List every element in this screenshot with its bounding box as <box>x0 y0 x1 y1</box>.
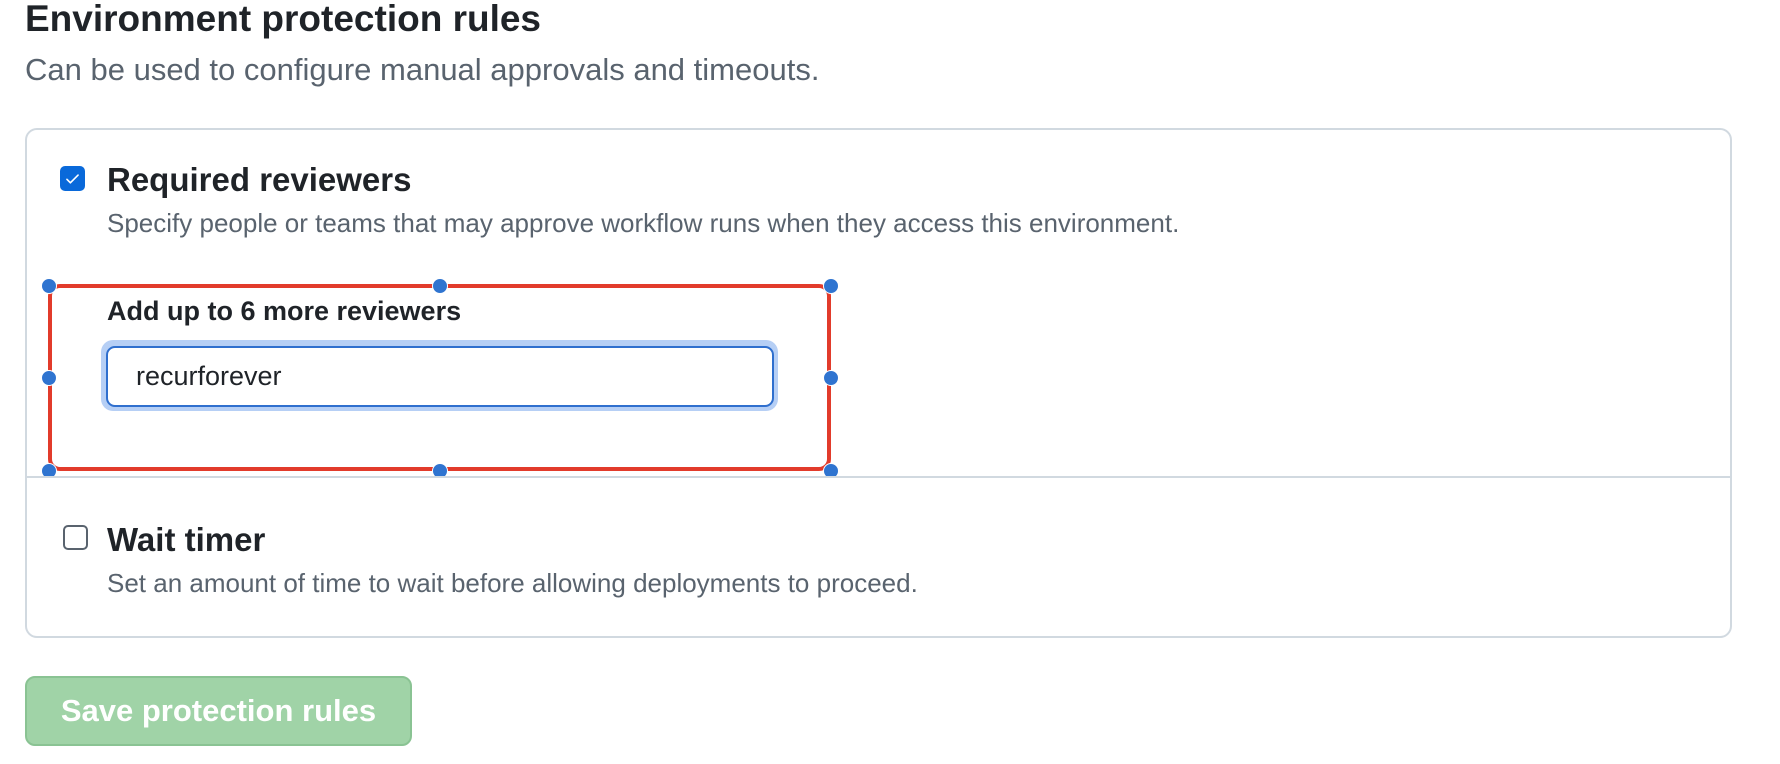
required-reviewers-title[interactable]: Required reviewers <box>107 160 411 200</box>
reviewers-search-input[interactable] <box>106 346 774 407</box>
wait-timer-title[interactable]: Wait timer <box>107 520 265 560</box>
resize-handle-top-middle[interactable] <box>432 278 448 294</box>
wait-timer-checkbox[interactable] <box>63 525 88 550</box>
resize-handle-middle-left[interactable] <box>41 370 57 386</box>
resize-handle-top-left[interactable] <box>41 278 57 294</box>
resize-handle-middle-right[interactable] <box>823 370 839 386</box>
section-description: Can be used to configure manual approval… <box>25 52 820 87</box>
environment-protection-rules-page: Environment protection rules Can be used… <box>0 0 1780 764</box>
resize-handle-top-right[interactable] <box>823 278 839 294</box>
wait-timer-description: Set an amount of time to wait before all… <box>107 568 918 598</box>
section-title: Environment protection rules <box>25 0 542 39</box>
required-reviewers-description: Specify people or teams that may approve… <box>107 208 1180 238</box>
required-reviewers-checkbox[interactable] <box>60 166 85 191</box>
save-protection-rules-button[interactable]: Save protection rules <box>25 676 412 746</box>
check-icon <box>66 174 79 184</box>
rules-divider <box>27 476 1730 478</box>
add-reviewers-label: Add up to 6 more reviewers <box>107 296 462 326</box>
